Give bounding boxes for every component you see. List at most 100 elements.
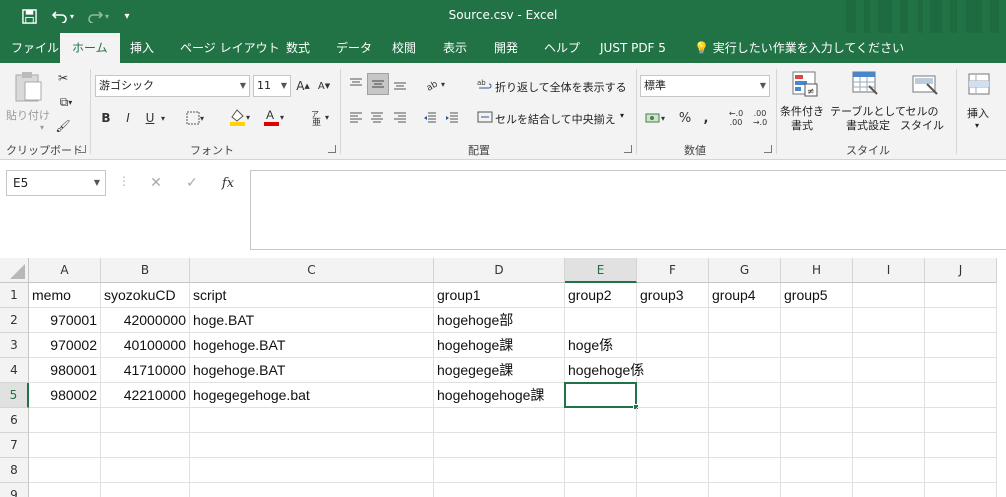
cell-f8[interactable] — [637, 458, 709, 483]
format-painter-icon[interactable]: 🖌 — [54, 117, 72, 135]
cell-f2[interactable] — [637, 308, 709, 333]
tab-data[interactable]: データ — [336, 33, 372, 63]
cell-a8[interactable] — [29, 458, 101, 483]
font-name-combo[interactable]: 游ゴシック ▼ — [95, 75, 250, 97]
tab-formulas[interactable]: 数式 — [286, 33, 310, 63]
row-header-2[interactable]: 2 — [0, 308, 29, 333]
paste-icon[interactable] — [8, 69, 48, 103]
row-header-3[interactable]: 3 — [0, 333, 29, 358]
cell-i2[interactable] — [853, 308, 925, 333]
cell-e4[interactable]: hogehoge係 — [565, 358, 644, 383]
cell-c5[interactable]: hogegegehoge.bat — [190, 383, 434, 408]
cell-g7[interactable] — [709, 433, 781, 458]
cell-f6[interactable] — [637, 408, 709, 433]
cell-e9[interactable] — [565, 483, 637, 497]
cell-f4[interactable] — [637, 358, 709, 383]
cell-d5[interactable]: hogehogehoge課 — [434, 383, 565, 408]
tab-file[interactable]: ファイル — [11, 33, 59, 63]
cell-e5[interactable] — [564, 382, 637, 408]
cell-b3[interactable]: 40100000 — [101, 333, 190, 358]
cell-i1[interactable] — [853, 283, 925, 308]
cell-c9[interactable] — [190, 483, 434, 497]
cell-d7[interactable] — [434, 433, 565, 458]
align-top-icon[interactable] — [346, 73, 366, 95]
number-launcher-icon[interactable] — [764, 145, 772, 153]
cell-a9[interactable] — [29, 483, 101, 497]
cell-b8[interactable] — [101, 458, 190, 483]
cell-d2[interactable]: hogehoge部 — [434, 308, 565, 333]
cell-j5[interactable] — [925, 383, 997, 408]
cell-i4[interactable] — [853, 358, 925, 383]
cell-a5[interactable]: 980002 — [29, 383, 101, 408]
cell-d8[interactable] — [434, 458, 565, 483]
cell-h3[interactable] — [781, 333, 853, 358]
column-header-b[interactable]: B — [101, 258, 190, 283]
cell-d4[interactable]: hogegege課 — [434, 358, 565, 383]
tab-help[interactable]: ヘルプ — [544, 33, 580, 63]
align-left-icon[interactable] — [346, 107, 366, 129]
cell-i3[interactable] — [853, 333, 925, 358]
cell-i8[interactable] — [853, 458, 925, 483]
cell-d1[interactable]: group1 — [434, 283, 565, 308]
insert-function-icon[interactable]: fx — [218, 172, 238, 194]
row-header-5[interactable]: 5 — [0, 383, 29, 408]
name-box[interactable]: E5 ▼ — [6, 170, 106, 196]
font-color-icon[interactable]: A ▾ — [258, 105, 288, 129]
cell-j6[interactable] — [925, 408, 997, 433]
cell-c6[interactable] — [190, 408, 434, 433]
tab-developer[interactable]: 開発 — [494, 33, 518, 63]
cell-d6[interactable] — [434, 408, 565, 433]
row-header-9[interactable]: 9 — [0, 483, 29, 497]
cell-g5[interactable] — [709, 383, 781, 408]
column-header-e[interactable]: E — [565, 258, 637, 283]
increase-decimal-icon[interactable]: ←.0.00 — [726, 107, 746, 129]
cell-d3[interactable]: hogehoge課 — [434, 333, 565, 358]
column-header-h[interactable]: H — [781, 258, 853, 283]
formula-input[interactable] — [250, 170, 1006, 250]
cell-h9[interactable] — [781, 483, 853, 497]
cell-styles-button[interactable]: セルの スタイル — [900, 105, 944, 133]
cell-g9[interactable] — [709, 483, 781, 497]
wrap-text-icon[interactable]: ab — [476, 75, 494, 95]
percent-style-button[interactable]: % — [676, 107, 694, 129]
select-all-corner[interactable] — [0, 258, 29, 283]
row-header-4[interactable]: 4 — [0, 358, 29, 383]
orientation-icon[interactable]: ab ▾ — [420, 73, 450, 95]
format-as-table-button[interactable]: テーブルとして 書式設定 — [830, 105, 906, 133]
cell-j1[interactable] — [925, 283, 997, 308]
font-size-combo[interactable]: 11 ▼ — [253, 75, 291, 97]
tab-view[interactable]: 表示 — [443, 33, 467, 63]
column-header-f[interactable]: F — [637, 258, 709, 283]
column-header-a[interactable]: A — [29, 258, 101, 283]
underline-dropdown-icon[interactable]: ▾ — [158, 107, 168, 129]
fill-color-icon[interactable]: ▾ — [224, 105, 254, 129]
cell-b2[interactable]: 42000000 — [101, 308, 190, 333]
tab-just-pdf[interactable]: JUST PDF 5 — [600, 33, 666, 63]
cell-c8[interactable] — [190, 458, 434, 483]
cell-e7[interactable] — [565, 433, 637, 458]
increase-font-icon[interactable]: A ▲ — [294, 75, 312, 97]
cell-a1[interactable]: memo — [29, 283, 101, 308]
increase-indent-icon[interactable] — [442, 107, 462, 129]
cell-f9[interactable] — [637, 483, 709, 497]
cell-g1[interactable]: group4 — [709, 283, 781, 308]
cell-f3[interactable] — [637, 333, 709, 358]
tell-me-search[interactable]: 💡 実行したい作業を入力してください — [694, 33, 904, 63]
cell-h7[interactable] — [781, 433, 853, 458]
copy-icon[interactable]: ⧉ ▾ — [54, 93, 78, 111]
cell-f7[interactable] — [637, 433, 709, 458]
cell-h8[interactable] — [781, 458, 853, 483]
cell-a6[interactable] — [29, 408, 101, 433]
cell-h4[interactable] — [781, 358, 853, 383]
cell-h2[interactable] — [781, 308, 853, 333]
cell-a4[interactable]: 980001 — [29, 358, 101, 383]
wrap-text-button[interactable]: 折り返して全体を表示する — [495, 79, 627, 95]
align-center-icon[interactable] — [367, 107, 387, 129]
decrease-font-icon[interactable]: A ▼ — [315, 75, 333, 97]
conditional-formatting-button[interactable]: 条件付き 書式 — [780, 105, 824, 133]
column-header-g[interactable]: G — [709, 258, 781, 283]
row-header-7[interactable]: 7 — [0, 433, 29, 458]
column-header-i[interactable]: I — [853, 258, 925, 283]
cell-j7[interactable] — [925, 433, 997, 458]
row-header-6[interactable]: 6 — [0, 408, 29, 433]
